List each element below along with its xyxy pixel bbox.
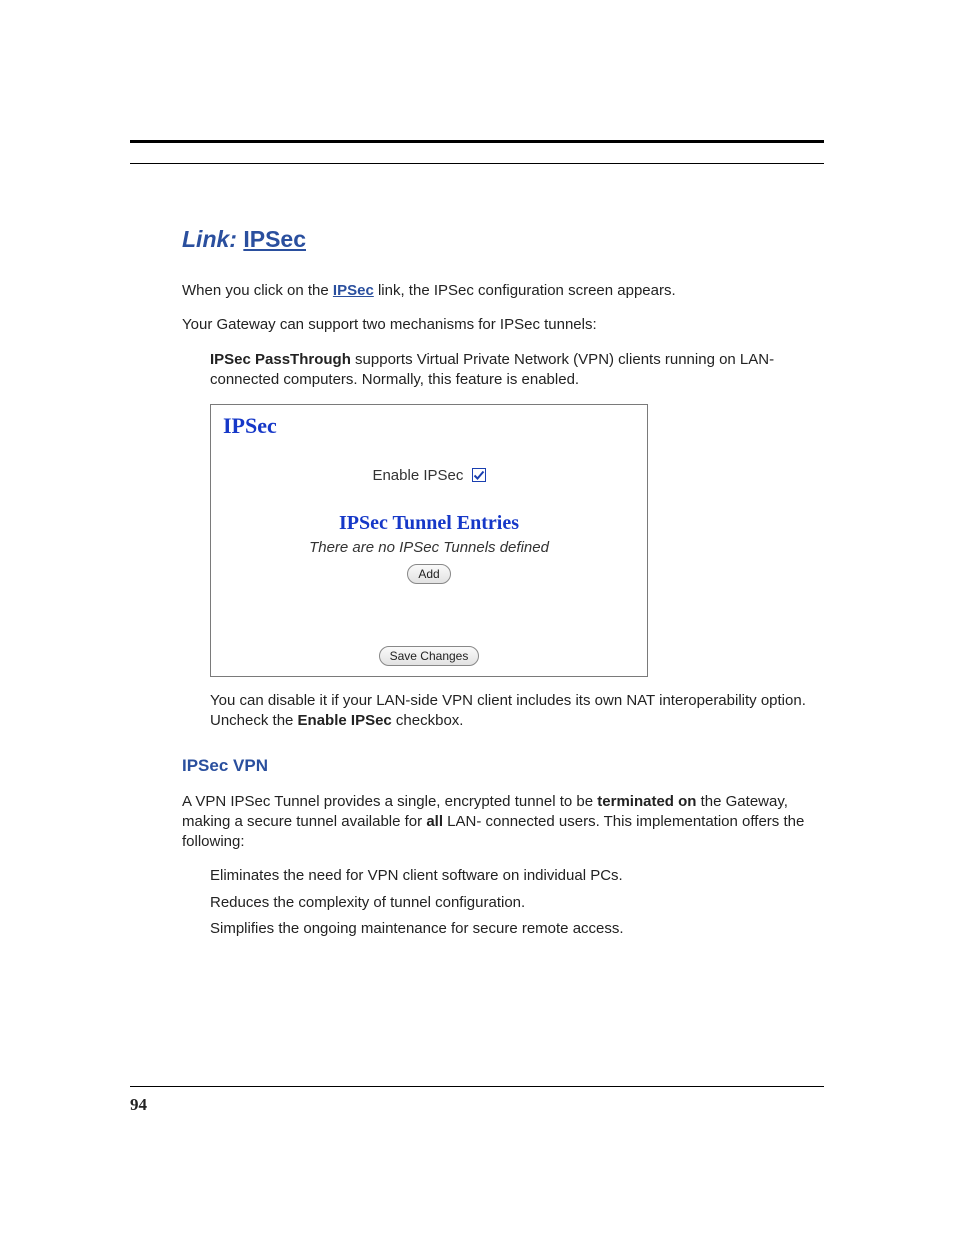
benefit-item: Reduces the complexity of tunnel configu…	[210, 893, 824, 913]
support-sentence: Your Gateway can support two mechanisms …	[182, 315, 824, 335]
heading-prefix: Link:	[182, 226, 237, 252]
intro-paragraph: When you click on the IPSec link, the IP…	[182, 281, 824, 301]
benefit-item: Eliminates the need for VPN client softw…	[210, 866, 824, 886]
disable-note: You can disable it if your LAN-side VPN …	[210, 691, 824, 732]
top-thin-rule	[130, 163, 824, 164]
save-changes-button[interactable]: Save Changes	[379, 646, 480, 666]
heading-link[interactable]: IPSec	[243, 226, 306, 252]
disable-note-bold: Enable IPSec	[298, 712, 392, 729]
vpn-para-bold2: all	[426, 813, 443, 830]
ipsec-vpn-paragraph: A VPN IPSec Tunnel provides a single, en…	[182, 792, 824, 853]
enable-ipsec-checkbox[interactable]	[472, 468, 486, 482]
disable-note-after: checkbox.	[392, 712, 464, 729]
enable-ipsec-label: Enable IPSec	[372, 467, 463, 484]
panel-header: IPSec	[223, 413, 639, 439]
intro-after: link, the IPSec configuration screen app…	[374, 282, 676, 299]
vpn-para-bold1: terminated on	[597, 793, 696, 810]
vpn-para-before1: A VPN IPSec Tunnel provides a single, en…	[182, 793, 597, 810]
tunnel-empty-message: There are no IPSec Tunnels defined	[219, 539, 639, 556]
passthrough-bold: IPSec PassThrough	[210, 351, 351, 368]
page-footer: 94	[130, 1086, 824, 1115]
benefit-item: Simplifies the ongoing maintenance for s…	[210, 919, 824, 939]
intro-before: When you click on the	[182, 282, 333, 299]
add-button[interactable]: Add	[407, 564, 450, 584]
section-heading: Link: IPSec	[182, 226, 824, 253]
passthrough-paragraph: IPSec PassThrough supports Virtual Priva…	[210, 350, 824, 391]
top-thick-rule	[130, 140, 824, 143]
tunnel-entries-heading: IPSec Tunnel Entries	[219, 512, 639, 535]
ipsec-config-panel: IPSec Enable IPSec IPSec Tunnel Entries …	[210, 404, 648, 677]
ipsec-vpn-heading: IPSec VPN	[182, 756, 824, 776]
enable-ipsec-row: Enable IPSec	[219, 467, 639, 484]
page-number: 94	[130, 1095, 147, 1114]
ipsec-inline-link[interactable]: IPSec	[333, 282, 374, 299]
footer-rule	[130, 1086, 824, 1087]
